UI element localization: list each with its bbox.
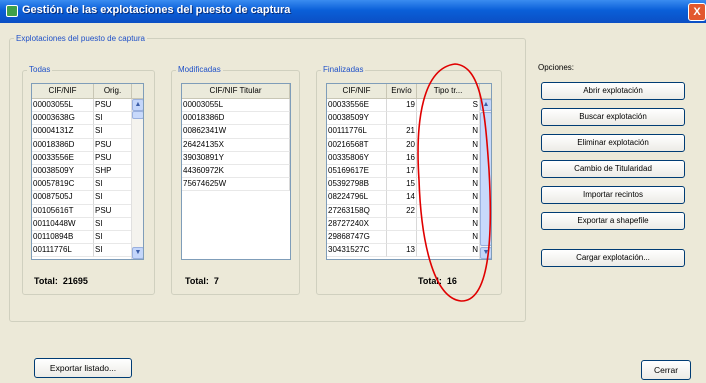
table-row[interactable]: 00003055L PSU	[32, 99, 143, 113]
annotation-circle	[417, 63, 492, 302]
table-cell: PSU	[94, 99, 132, 113]
table-row[interactable]: 00018386D PSU	[32, 138, 143, 152]
table-cell: 00087505J	[32, 191, 94, 205]
change-ownership-button[interactable]: Cambio de Titularidad	[541, 160, 685, 178]
table-cell: SHP	[94, 164, 132, 179]
dialog-window: Gestión de las explotaciones del puesto …	[0, 0, 706, 383]
col-cif[interactable]: CIF/NIF	[32, 84, 94, 98]
table-cell: 00110894B	[32, 230, 94, 245]
table-row[interactable]: 00057819C SI	[32, 178, 143, 192]
table-cell: 00018386D	[32, 138, 94, 152]
table-row[interactable]: 26424135X	[182, 138, 290, 152]
table-row[interactable]: 00033556E PSU	[32, 151, 143, 165]
app-icon	[6, 5, 18, 17]
window-title: Gestión de las explotaciones del puesto …	[22, 4, 291, 16]
table-row[interactable]: 39030891Y	[182, 151, 290, 165]
table-cell: 05169617E	[327, 164, 387, 179]
table-cell: 44360972K	[182, 164, 290, 179]
close-window-button[interactable]: X	[688, 3, 706, 21]
table-cell: 39030891Y	[182, 151, 290, 165]
table-cell: PSU	[94, 151, 132, 165]
table-cell: 00105616T	[32, 204, 94, 218]
table-cell: PSU	[94, 138, 132, 152]
table-cell: 29868747G	[327, 230, 387, 245]
table-cell: 00033556E	[32, 151, 94, 165]
table-row[interactable]: 00111776L SI	[32, 244, 143, 258]
table-cell: SI	[94, 178, 132, 192]
close-button[interactable]: Cerrar	[641, 360, 691, 380]
options-label: Opciones:	[538, 63, 575, 72]
load-explotacion-button[interactable]: Cargar explotación...	[541, 249, 685, 267]
table-row[interactable]: 00003055L	[182, 99, 290, 113]
table-cell: 00216568T	[327, 138, 387, 152]
table-cell: 26424135X	[182, 138, 290, 152]
table-cell: 05392798B	[327, 178, 387, 192]
modificadas-legend: Modificadas	[176, 65, 223, 74]
table-row[interactable]: 00003638G SI	[32, 112, 143, 126]
table-cell: 00003638G	[32, 112, 94, 126]
todas-legend: Todas	[27, 65, 53, 74]
todas-scrollbar[interactable]: ▲ ▼	[131, 99, 143, 259]
title-bar: Gestión de las explotaciones del puesto …	[0, 0, 706, 23]
table-cell: 28727240X	[327, 217, 387, 231]
export-shapefile-button[interactable]: Exportar a shapefile	[541, 212, 685, 230]
table-cell: SI	[94, 112, 132, 126]
table-row[interactable]: 00110448W SI	[32, 217, 143, 231]
export-list-button[interactable]: Exportar listado...	[34, 358, 132, 378]
scroll-up-icon[interactable]: ▲	[132, 99, 143, 111]
group-explotaciones-legend: Explotaciones del puesto de captura	[16, 34, 145, 43]
table-cell: 00033556E	[327, 99, 387, 113]
table-row[interactable]: 75674625W	[182, 178, 290, 192]
table-cell: 00111776L	[32, 244, 94, 258]
todas-table[interactable]: CIF/NIF Orig. 00003055L PSU 00003638G SI 000…	[31, 83, 144, 260]
modificadas-table[interactable]: CIF/NIF Titular 00003055L 00018386D 008623…	[181, 83, 291, 260]
table-cell: 00111776L	[327, 125, 387, 139]
table-row[interactable]: 44360972K	[182, 164, 290, 179]
table-cell: 00057819C	[32, 178, 94, 192]
table-cell: 00003055L	[182, 99, 290, 113]
table-row[interactable]: 00004131Z SI	[32, 125, 143, 139]
table-cell: SI	[94, 244, 132, 258]
table-row[interactable]: 00110894B SI	[32, 230, 143, 245]
table-cell: 30431527C	[327, 244, 387, 258]
col-cif[interactable]: CIF/NIF	[327, 84, 387, 98]
open-explotacion-button[interactable]: Abrir explotación	[541, 82, 685, 100]
search-explotacion-button[interactable]: Buscar explotación	[541, 108, 685, 126]
table-cell: 00038509Y	[327, 112, 387, 126]
table-cell: 00004131Z	[32, 125, 94, 139]
table-row[interactable]: 00018386D	[182, 112, 290, 126]
table-row[interactable]: 00087505J SI	[32, 191, 143, 205]
table-cell: PSU	[94, 204, 132, 218]
scroll-down-icon[interactable]: ▼	[132, 247, 143, 259]
finalizadas-legend: Finalizadas	[321, 65, 366, 74]
modificadas-total-value: 7	[213, 276, 219, 286]
delete-explotacion-button[interactable]: Eliminar explotación	[541, 134, 685, 152]
group-modificadas: Modificadas CIF/NIF Titular 00003055L 000…	[171, 65, 300, 295]
modificadas-total: Total: 7	[185, 276, 219, 286]
table-cell: 00003055L	[32, 99, 94, 113]
table-cell: 00335806Y	[327, 151, 387, 165]
table-row[interactable]: 00105616T PSU	[32, 204, 143, 218]
table-cell: 75674625W	[182, 178, 290, 192]
group-todas: Todas CIF/NIF Orig. 00003055L PSU 00003638…	[22, 65, 155, 295]
scroll-thumb[interactable]	[132, 111, 143, 119]
table-cell: 08224796L	[327, 191, 387, 205]
table-cell: SI	[94, 125, 132, 139]
table-row[interactable]: 00862341W	[182, 125, 290, 139]
table-cell: 00862341W	[182, 125, 290, 139]
table-cell: 00110448W	[32, 217, 94, 231]
col-cif-titular[interactable]: CIF/NIF Titular	[182, 84, 290, 98]
table-cell: SI	[94, 217, 132, 231]
todas-total: Total: 21695	[34, 276, 88, 286]
table-cell: SI	[94, 191, 132, 205]
table-cell: 00018386D	[182, 112, 290, 126]
import-recintos-button[interactable]: Importar recintos	[541, 186, 685, 204]
todas-total-value: 21695	[62, 276, 88, 286]
table-cell: 27263158Q	[327, 204, 387, 218]
table-cell: 00038509Y	[32, 164, 94, 179]
table-row[interactable]: 00038509Y SHP	[32, 164, 143, 179]
table-cell: SI	[94, 230, 132, 245]
col-orig[interactable]: Orig.	[94, 84, 132, 98]
